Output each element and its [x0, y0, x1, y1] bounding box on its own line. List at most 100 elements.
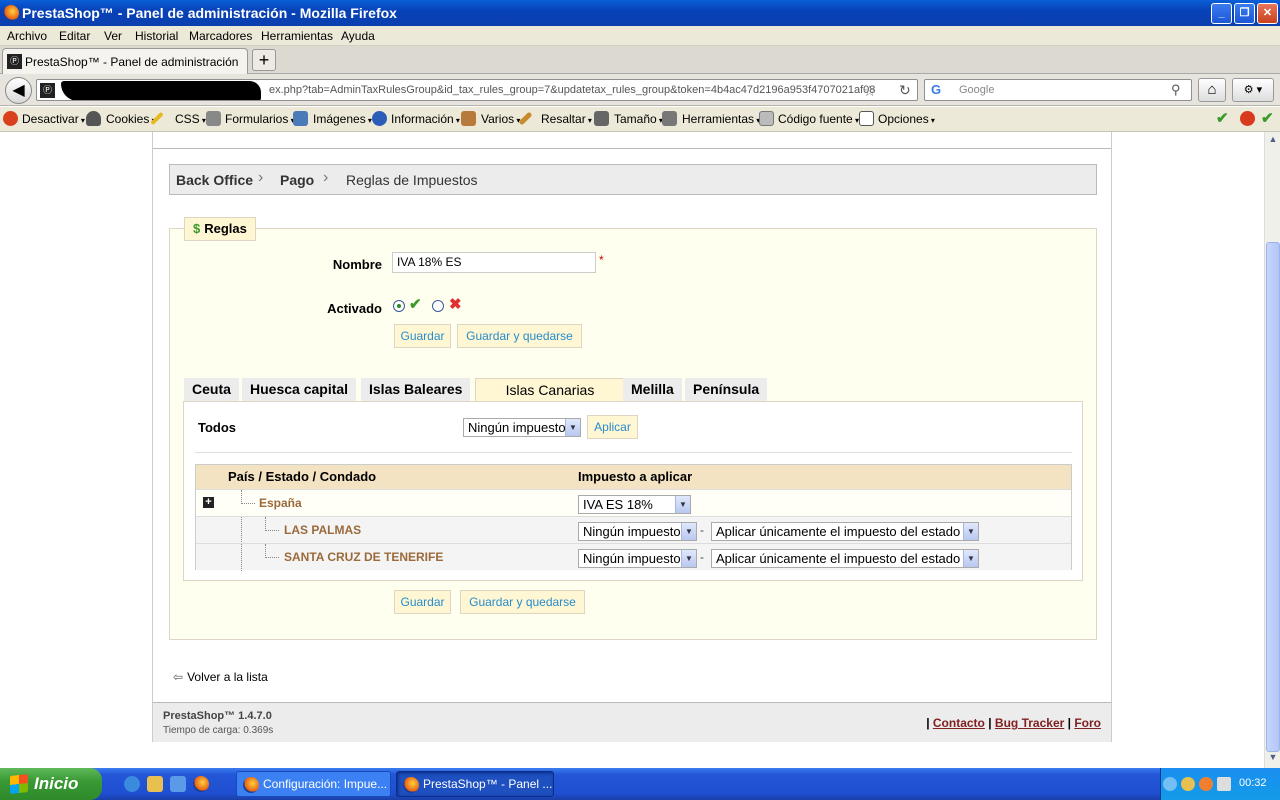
page-viewport: Back Office › Pago › Reglas de Impuestos… [0, 132, 1264, 768]
dropdown-arrow-icon: ▾ [928, 116, 935, 125]
close-window-button[interactable]: ✕ [1257, 3, 1278, 24]
dev-codigo-fuente[interactable]: Código fuente ▾ [778, 112, 859, 126]
expand-icon[interactable]: + [203, 497, 214, 508]
menu-ver[interactable]: Ver [104, 29, 122, 43]
breadcrumb-current: Reglas de Impuestos [346, 172, 478, 188]
window-title: PrestaShop™ - Panel de administración - … [22, 5, 397, 21]
dev-imagenes[interactable]: Imágenes ▾ [313, 112, 372, 126]
minimize-button[interactable]: _ [1211, 3, 1232, 24]
active-yes-radio[interactable] [393, 300, 405, 312]
menu-archivo[interactable]: Archivo [7, 29, 47, 43]
validation-error-icon[interactable] [1240, 111, 1255, 126]
breadcrumb-back-office[interactable]: Back Office [176, 172, 253, 188]
bug-tracker-link[interactable]: Bug Tracker [995, 716, 1064, 730]
column-tax: Impuesto a aplicar [578, 469, 693, 484]
addon-icon: ⚙ ▾ [1243, 84, 1263, 96]
row-behavior-select[interactable]: Aplicar únicamente el impuesto del estad… [711, 549, 979, 568]
tray-expand-icon[interactable] [1163, 777, 1177, 791]
dev-desactivar[interactable]: Desactivar ▾ [22, 112, 85, 126]
addon-menu-button[interactable]: ⚙ ▾ [1232, 78, 1274, 102]
app-quicklaunch-icon[interactable] [170, 776, 186, 792]
row-tax-select[interactable]: Ningún impuesto ▼ [578, 522, 697, 541]
chevron-down-icon: ▼ [681, 523, 696, 540]
dev-varios[interactable]: Varios ▾ [481, 112, 520, 126]
all-label: Todos [198, 420, 237, 435]
tray-mail-icon[interactable] [1181, 777, 1195, 791]
menu-editar[interactable]: Editar [59, 29, 90, 43]
mail-quicklaunch-icon[interactable] [147, 776, 163, 792]
contact-link[interactable]: Contacto [933, 716, 985, 730]
tab-melilla[interactable]: Melilla [623, 378, 682, 402]
row-behavior-select[interactable]: Aplicar únicamente el impuesto del estad… [711, 522, 979, 541]
scroll-down-icon[interactable]: ▼ [1266, 752, 1280, 766]
start-button[interactable]: Inicio [0, 768, 102, 800]
task-configuracion[interactable]: Configuración: Impue... [236, 771, 391, 797]
validation-ok-icon[interactable]: ✔ [1216, 109, 1229, 127]
clock[interactable]: 00:32 [1239, 777, 1267, 789]
name-field[interactable]: IVA 18% ES [392, 252, 596, 273]
breadcrumb-pago[interactable]: Pago [280, 172, 314, 188]
save-and-stay-button[interactable]: Guardar y quedarse [457, 324, 582, 348]
dev-resaltar[interactable]: Resaltar ▾ [541, 112, 592, 126]
dev-css[interactable]: CSS ▾ [175, 112, 206, 126]
tab-islas-baleares[interactable]: Islas Baleares [361, 378, 471, 402]
bookmark-star-icon[interactable]: ☆ [863, 82, 876, 100]
dev-formularios[interactable]: Formularios ▾ [225, 112, 295, 126]
dev-cookies[interactable]: Cookies ▾ [106, 112, 156, 126]
tab-huesca-capital[interactable]: Huesca capital [242, 378, 357, 402]
search-box[interactable]: G Google ⚲ [924, 79, 1192, 101]
save-button[interactable]: Guardar [394, 324, 451, 348]
all-tax-select[interactable]: Ningún impuesto ▼ [463, 418, 581, 437]
firefox-icon [3, 5, 19, 21]
dropdown-arrow-icon: ▾ [585, 116, 592, 125]
row-tax-select[interactable]: IVA ES 18% ▼ [578, 495, 691, 514]
back-to-list-link[interactable]: ⇦ Volver a la lista [173, 670, 268, 684]
dev-informacion[interactable]: Información ▾ [391, 112, 460, 126]
maximize-button[interactable]: ❐ [1234, 3, 1255, 24]
scroll-up-icon[interactable]: ▲ [1266, 134, 1280, 148]
google-icon[interactable]: G [928, 82, 944, 98]
tray-volume-icon[interactable] [1217, 777, 1231, 791]
footer-version: PrestaShop™ 1.4.7.0 [163, 710, 272, 722]
home-button[interactable]: ⌂ [1198, 78, 1226, 102]
apply-button[interactable]: Aplicar [587, 415, 638, 439]
menu-herramientas[interactable]: Herramientas [261, 29, 333, 43]
row-tax-select-value: Ningún impuesto [583, 524, 681, 539]
save-button-bottom[interactable]: Guardar [394, 590, 451, 614]
tax-rules-grid: País / Estado / Condado Impuesto a aplic… [195, 464, 1072, 571]
active-no-radio[interactable] [432, 300, 444, 312]
reload-icon[interactable]: ↻ [899, 82, 911, 99]
firefox-quicklaunch-icon[interactable] [193, 776, 209, 792]
back-button[interactable]: ◀ [5, 77, 32, 104]
information-icon [372, 111, 387, 126]
save-and-stay-button-bottom[interactable]: Guardar y quedarse [460, 590, 585, 614]
search-icon[interactable]: ⚲ [1171, 82, 1181, 98]
tree-branch [265, 557, 279, 558]
row-tax-select[interactable]: Ningún impuesto ▼ [578, 549, 697, 568]
back-to-list-label: Volver a la lista [187, 670, 268, 684]
dev-tamano[interactable]: Tamaño ▾ [614, 112, 663, 126]
row-name[interactable]: SANTA CRUZ DE TENERIFE [284, 550, 443, 564]
dev-opciones[interactable]: Opciones ▾ [878, 112, 935, 126]
vertical-scrollbar[interactable]: ▲ ▼ [1264, 132, 1280, 768]
browser-tab[interactable]: Ⓟ PrestaShop™ - Panel de administración [2, 48, 248, 74]
menu-historial[interactable]: Historial [135, 29, 178, 43]
forum-link[interactable]: Foro [1074, 716, 1101, 730]
menu-ayuda[interactable]: Ayuda [341, 29, 375, 43]
tab-peninsula[interactable]: Península [685, 378, 768, 402]
menu-marcadores[interactable]: Marcadores [189, 29, 252, 43]
validation-ok-icon-2[interactable]: ✔ [1261, 109, 1274, 127]
row-name[interactable]: España [259, 496, 302, 510]
address-bar[interactable]: Ⓟ ex.php?tab=AdminTaxRulesGroup&id_tax_r… [36, 79, 918, 101]
tab-ceuta[interactable]: Ceuta [184, 378, 239, 402]
ie-quicklaunch-icon[interactable] [124, 776, 140, 792]
tray-app-icon[interactable] [1199, 777, 1213, 791]
task-prestashop[interactable]: PrestaShop™ - Panel ... [396, 771, 554, 797]
new-tab-button[interactable]: + [252, 49, 276, 71]
all-tax-select-value: Ningún impuesto [468, 420, 566, 435]
dev-herramientas[interactable]: Herramientas ▾ [682, 112, 760, 126]
browser-tab-bar: Ⓟ PrestaShop™ - Panel de administración … [0, 46, 1280, 74]
scrollbar-thumb[interactable] [1266, 242, 1280, 752]
tab-islas-canarias[interactable]: Islas Canarias [475, 378, 625, 403]
row-name[interactable]: LAS PALMAS [284, 523, 361, 537]
